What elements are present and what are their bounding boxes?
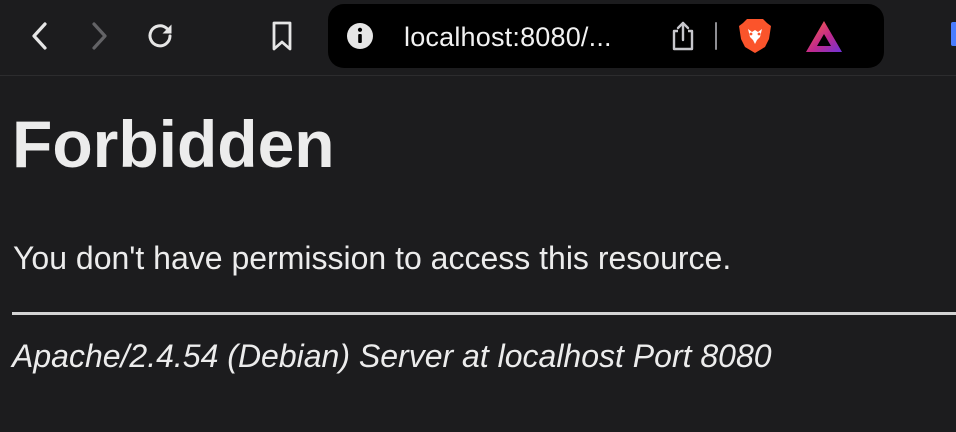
server-signature: Apache/2.4.54 (Debian) Server at localho… <box>12 338 772 374</box>
chevron-left-icon <box>30 20 50 52</box>
reload-icon <box>143 19 177 53</box>
brave-lion-icon[interactable] <box>738 17 772 60</box>
horizontal-rule <box>12 312 956 315</box>
address-bar[interactable]: localhost:8080/... <box>328 4 884 68</box>
bookmark-icon <box>269 19 295 53</box>
bookmark-button[interactable] <box>262 16 302 56</box>
browser-toolbar: localhost:8080/... <box>0 0 956 76</box>
page-title: Forbidden <box>12 107 335 181</box>
brave-rewards-triangle-icon[interactable] <box>804 19 844 60</box>
share-icon[interactable] <box>669 20 697 57</box>
chevron-right-icon <box>89 20 109 52</box>
forward-button[interactable] <box>79 16 119 56</box>
info-icon[interactable] <box>346 22 374 55</box>
error-message: You don't have permission to access this… <box>13 240 732 276</box>
reload-button[interactable] <box>140 16 180 56</box>
side-panel-tab[interactable] <box>951 22 956 46</box>
back-button[interactable] <box>20 16 60 56</box>
toolbar-divider <box>715 22 717 50</box>
url-text[interactable]: localhost:8080/... <box>404 21 612 53</box>
